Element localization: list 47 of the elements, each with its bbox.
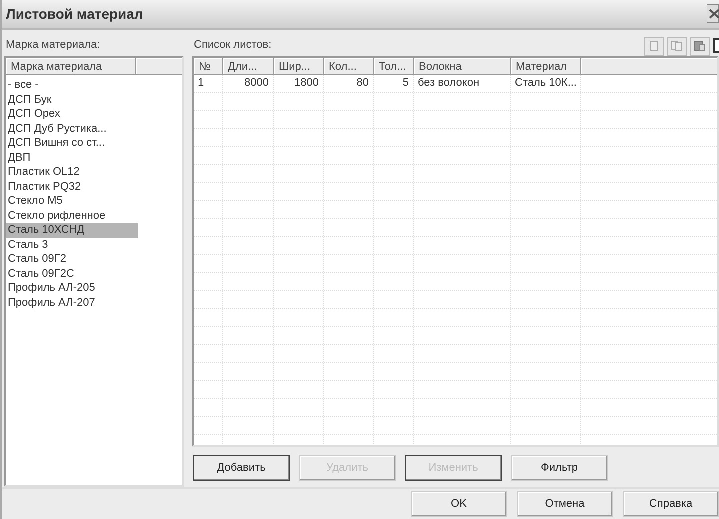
material-item[interactable]: Пластик OL12 — [6, 165, 138, 180]
column-header[interactable] — [136, 58, 182, 75]
material-item[interactable]: Сталь 09Г2С — [6, 266, 138, 281]
material-item[interactable]: Профиль АЛ-207 — [6, 296, 138, 310]
table-cell: Сталь 10К... — [511, 75, 581, 92]
material-item[interactable]: ДСП Орех — [6, 107, 138, 122]
table-cell: 1800 — [274, 75, 324, 92]
sheets-label: Список листов: — [193, 38, 272, 53]
material-item[interactable]: Сталь 3 — [6, 238, 138, 252]
material-item[interactable]: ДВП — [6, 150, 138, 165]
material-item[interactable]: Стекло М5 — [6, 194, 138, 208]
dialog-button[interactable]: Отмена — [517, 491, 613, 517]
material-item[interactable]: Сталь 10ХСНД — [6, 223, 138, 238]
column-header[interactable]: Шир... — [274, 58, 324, 75]
column-header[interactable]: № — [194, 58, 223, 75]
close-icon[interactable] — [707, 4, 719, 24]
table-cell: 5 — [374, 75, 414, 92]
material-item[interactable]: Сталь 09Г2 — [6, 252, 138, 266]
material-item[interactable]: - все - — [6, 78, 138, 92]
toolbar-button[interactable] — [667, 37, 687, 56]
column-header[interactable]: Волокна — [414, 58, 511, 75]
toolbar-button[interactable] — [690, 37, 710, 56]
material-item[interactable]: Профиль АЛ-205 — [6, 281, 138, 296]
material-item[interactable]: ДСП Бук — [6, 92, 138, 107]
column-header[interactable]: Марка материала — [6, 58, 136, 75]
column-header[interactable]: Материал — [511, 58, 581, 75]
window-title: Листовой материал — [5, 6, 144, 22]
action-button[interactable]: Фильтр — [511, 455, 608, 481]
table-cell: без волокон — [414, 75, 511, 92]
material-item[interactable]: ДСП Дуб Рустика... — [6, 122, 138, 136]
material-item[interactable]: Стекло рифленное — [6, 208, 138, 223]
material-item[interactable]: ДСП Вишня со ст... — [6, 136, 138, 150]
table-cell: 80 — [324, 75, 374, 92]
clipboard-icon — [694, 41, 706, 52]
column-header[interactable]: Кол... — [324, 58, 374, 75]
column-header[interactable]: Дли... — [223, 58, 274, 75]
toolbar-button[interactable] — [644, 37, 664, 56]
action-button[interactable]: Добавить — [193, 455, 290, 481]
table-cell: 8000 — [223, 75, 274, 92]
documents-icon — [671, 41, 683, 52]
table-cell: 1 — [194, 75, 223, 92]
document-icon — [650, 41, 658, 52]
dialog-button[interactable]: Справка — [623, 491, 719, 517]
material-item[interactable]: Пластик PQ32 — [6, 180, 138, 194]
column-header[interactable]: Тол... — [374, 58, 414, 75]
materials-label: Марка материала: — [5, 38, 100, 53]
dialog-button[interactable]: OK — [411, 491, 507, 517]
